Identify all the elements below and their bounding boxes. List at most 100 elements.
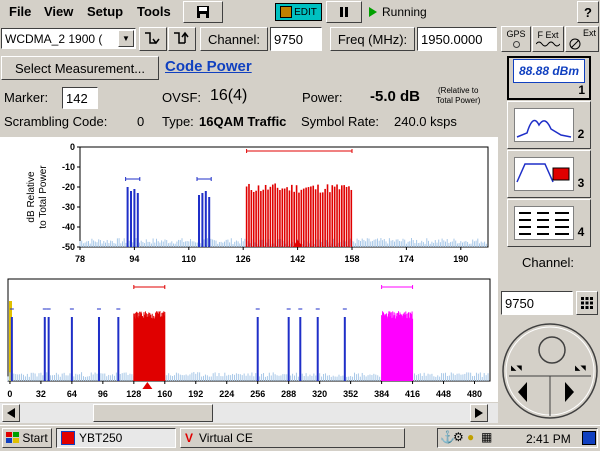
x-tick-label: 256	[250, 389, 265, 399]
code-domain-overview-chart[interactable]: 0 32 64 96 128 160 192 224 256 288 320 352 384 416 448…	[0, 275, 498, 402]
code-power-chart[interactable]: 0 -10 -20 -30 -40 -5078 94 110 126 142 158 174 190 dB…	[0, 137, 498, 270]
symbol-rate-value: 240.0 ksps	[394, 114, 457, 129]
code-bar	[295, 185, 298, 247]
scroll-right-icon	[475, 408, 483, 418]
code-bar	[336, 184, 338, 247]
code-bar	[248, 183, 250, 247]
x-tick-label: 320	[312, 389, 327, 399]
code-bar	[260, 191, 262, 247]
x-tick-label: 192	[188, 389, 203, 399]
bulb-icon[interactable]: ●	[467, 430, 474, 444]
channel-button[interactable]: Channel:	[200, 27, 268, 51]
menu-view[interactable]: View	[44, 4, 73, 19]
x-tick-label: 78	[75, 254, 85, 264]
freq-ext-button[interactable]: F Ext	[532, 26, 564, 52]
code-bar	[255, 190, 257, 247]
readout-display-button[interactable]: 88.88 dBm 1	[507, 56, 591, 100]
help-button[interactable]: ?	[577, 1, 599, 23]
code-bar	[310, 186, 312, 247]
x-tick-label: 448	[436, 389, 451, 399]
marker-input[interactable]: 142	[62, 87, 98, 109]
taskbar-app-ybt250[interactable]: YBT250	[56, 428, 176, 448]
horizontal-scrollbar[interactable]	[0, 403, 498, 423]
taskbar-app-virtual-ce[interactable]: V Virtual CE	[180, 428, 405, 448]
standard-select[interactable]: WCDMA_2 1900 ( ▼	[1, 28, 136, 49]
power-note-2: Total Power)	[436, 96, 481, 105]
x-tick-label: 0	[7, 389, 12, 399]
code-bar	[343, 185, 345, 247]
save-button[interactable]	[183, 1, 223, 23]
code-bar	[269, 186, 272, 247]
desktop-icon[interactable]	[582, 431, 596, 445]
display-2-label: 2	[577, 127, 585, 141]
power-label: Power:	[302, 90, 343, 105]
x-tick-label: 174	[399, 254, 414, 264]
freq-ext-label: F Ext	[537, 29, 559, 40]
ext-label: Ext	[582, 27, 596, 38]
code-bar	[133, 189, 136, 247]
x-tick-label: 480	[467, 389, 482, 399]
play-icon	[369, 7, 377, 17]
code-bar	[286, 187, 288, 247]
code-bar	[117, 317, 120, 381]
ovsf-value: 16(4)	[210, 87, 248, 104]
navigation-dial[interactable]: ◣◥ ◣◥	[501, 320, 599, 422]
type-label: Type:	[162, 114, 194, 129]
freq-input[interactable]: 1950.0000	[417, 27, 497, 51]
menu-bar: File View Setup Tools EDIT Running ?	[0, 0, 600, 24]
side-channel-input[interactable]: 9750	[501, 291, 573, 315]
display-2-button[interactable]: 2	[507, 101, 591, 149]
y-axis-label: to Total Power	[38, 165, 49, 229]
network-icon[interactable]: ⚙	[453, 430, 464, 444]
svg-text:◣◥: ◣◥	[511, 365, 522, 372]
power-note-1: (Relative to	[438, 86, 479, 95]
freq-button[interactable]: Freq (MHz):	[330, 27, 415, 51]
code-bar	[70, 317, 73, 381]
ext-button[interactable]: Ext	[565, 26, 599, 52]
menu-setup[interactable]: Setup	[87, 4, 123, 19]
edit-button[interactable]: EDIT	[275, 3, 322, 21]
menu-file[interactable]: File	[9, 4, 31, 19]
charts-area: 0 -10 -20 -30 -40 -50 78 94 110 126 142 158 174 190 dB…	[0, 137, 498, 402]
scrambling-value: 0	[137, 114, 145, 129]
antenna-down-icon	[145, 32, 160, 45]
select-measurement-button[interactable]: Select Measurement...	[1, 56, 159, 80]
gps-button[interactable]: GPS	[501, 26, 531, 52]
code-bar	[343, 317, 346, 381]
pause-button[interactable]	[326, 1, 362, 23]
channel-input[interactable]: 9750	[270, 27, 322, 51]
x-tick-label: 96	[98, 389, 108, 399]
code-bar	[136, 193, 139, 247]
scroll-right-button[interactable]	[470, 404, 488, 422]
scroll-left-button[interactable]	[2, 404, 20, 422]
x-tick-label: 160	[157, 389, 172, 399]
code-bar	[276, 187, 279, 247]
pause-icon	[340, 7, 348, 17]
x-tick-label: 32	[36, 389, 46, 399]
run-status: Running	[382, 5, 427, 19]
code-bar	[298, 192, 300, 247]
display-3-button[interactable]: 3	[507, 150, 591, 198]
code-bar	[338, 189, 341, 247]
y-tick-label: -30	[62, 202, 75, 212]
code-bar	[250, 190, 253, 247]
y-tick-label: -40	[62, 222, 75, 232]
antenna-down-button[interactable]	[139, 27, 167, 51]
keypad-button[interactable]	[576, 291, 598, 315]
keyboard-icon[interactable]: ▦	[481, 430, 492, 444]
code-bar	[281, 188, 284, 247]
code-bar	[274, 183, 276, 247]
chevron-down-icon[interactable]: ▼	[118, 30, 134, 47]
scroll-thumb[interactable]	[93, 404, 213, 422]
display-4-button[interactable]: 4	[507, 199, 591, 247]
code-bar	[43, 317, 46, 381]
antenna-up-button[interactable]	[168, 27, 196, 51]
side-panel: 88.88 dBm 1 2 3 4 Channel: 9750 ◣◥ ◣◥	[500, 54, 600, 424]
menu-tools[interactable]: Tools	[137, 4, 171, 19]
code-bar	[293, 191, 295, 247]
start-button[interactable]: Start	[2, 428, 52, 448]
code-bar	[299, 317, 302, 381]
spectrum-icon	[513, 108, 574, 142]
code-bar	[300, 189, 303, 247]
code-bar	[208, 197, 211, 247]
